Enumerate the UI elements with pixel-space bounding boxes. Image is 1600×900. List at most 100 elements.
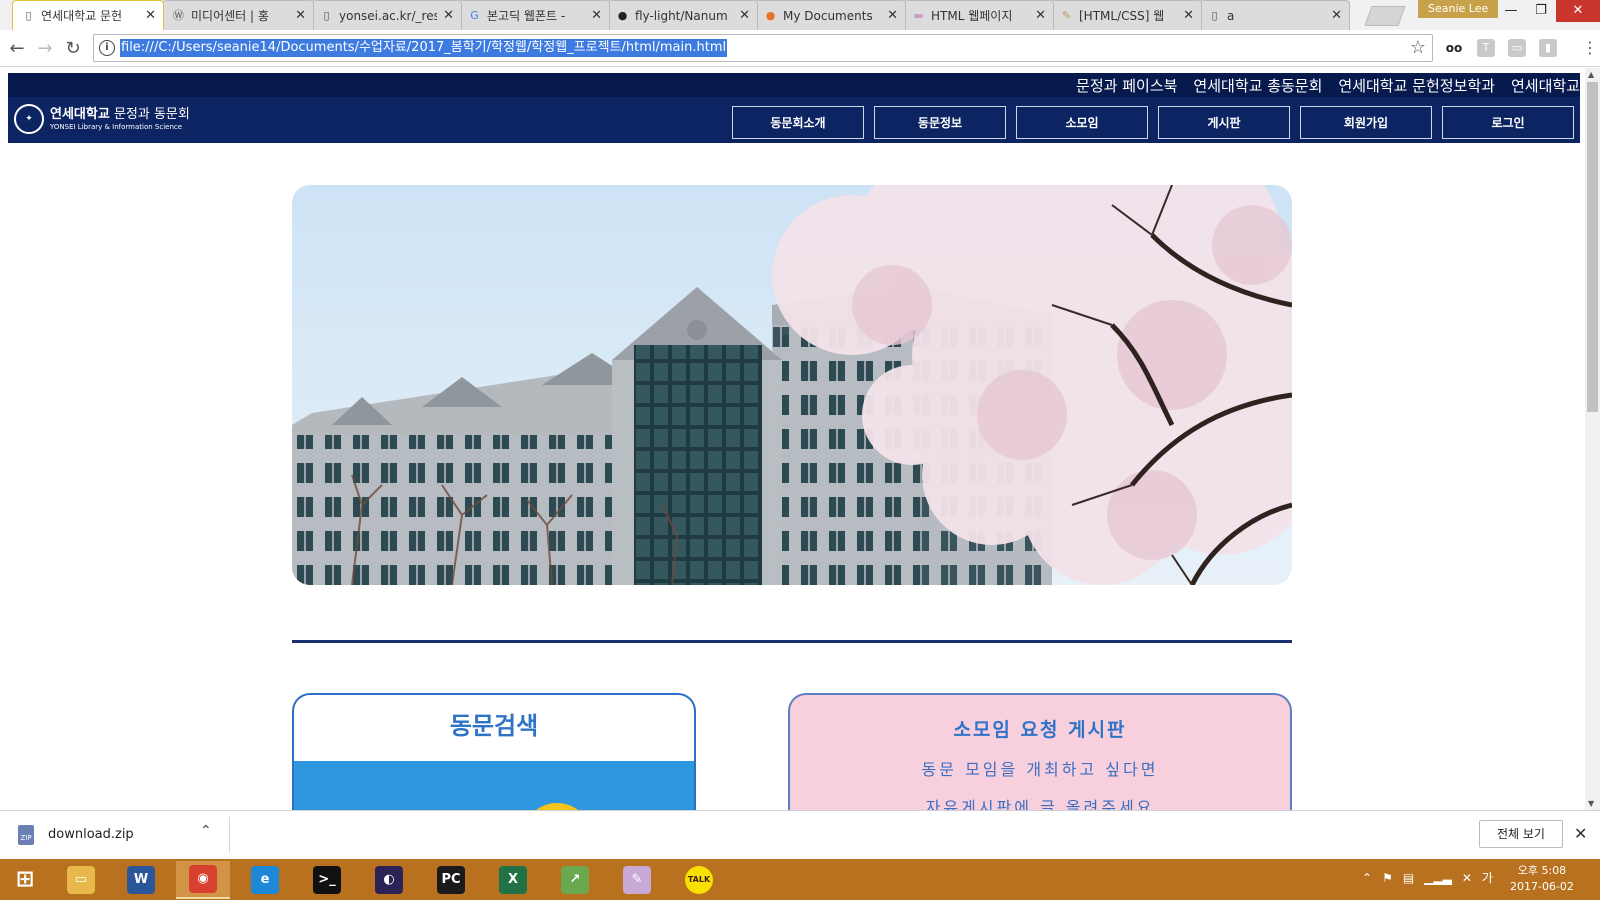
reload-icon[interactable]: ↻	[62, 38, 84, 60]
hero-image	[292, 185, 1292, 585]
tab-close-icon[interactable]: ✕	[1331, 8, 1342, 23]
browser-tab[interactable]: ✎ [HTML/CSS] 웹 ✕	[1050, 0, 1202, 30]
browser-tab[interactable]: Ⓦ 미디어센터 | 홍 ✕	[162, 0, 314, 30]
nav-button[interactable]: 회원가입	[1300, 106, 1432, 139]
back-arrow-icon[interactable]: ←	[6, 38, 28, 60]
tab-close-icon[interactable]: ✕	[887, 8, 898, 23]
browser-toolbar: ← → ↻ i file:///C:/Users/seanie14/Docume…	[0, 30, 1600, 67]
orange-circle-icon: ●	[765, 9, 776, 22]
top-link[interactable]: 문정과 페이스북	[1076, 75, 1177, 96]
bookmark-star-icon[interactable]: ☆	[1410, 37, 1426, 58]
scroll-thumb[interactable]	[1587, 82, 1598, 412]
kakaotalk-icon: TALK	[685, 866, 713, 894]
nav-button[interactable]: 소모임	[1016, 106, 1148, 139]
browser-tab[interactable]: ● My Documents ✕	[754, 0, 906, 30]
taskbar-chart-app-button[interactable]: ↗	[548, 861, 602, 899]
top-link[interactable]: 연세대학교 문헌정보학과	[1338, 75, 1495, 96]
tab-close-icon[interactable]: ✕	[443, 8, 454, 23]
url-text[interactable]: file:///C:/Users/seanie14/Documents/수업자료…	[120, 39, 728, 57]
new-tab-button[interactable]	[1364, 6, 1406, 26]
extension-icon[interactable]: ▮	[1539, 39, 1557, 57]
flag-icon[interactable]: ⚑	[1382, 871, 1393, 885]
minimize-icon[interactable]: —	[1496, 0, 1526, 22]
taskbar-paint-button[interactable]: ✎	[610, 861, 664, 899]
browser-tab[interactable]: G 본고딕 웹폰트 - ✕	[458, 0, 610, 30]
alumni-search-card[interactable]: 동문검색	[292, 693, 696, 810]
club-request-board-title: 소모임 요청 게시판	[953, 719, 1127, 741]
browser-tab[interactable]: ▯ 연세대학교 문헌 ✕	[12, 0, 164, 30]
cast-icon[interactable]: ▭	[1508, 39, 1526, 57]
nav-button[interactable]: 동문회소개	[732, 106, 864, 139]
tab-title: My Documents	[783, 8, 873, 23]
magnifier-icon	[522, 803, 592, 810]
club-request-board-card[interactable]: 소모임 요청 게시판 동문 모임을 개최하고 싶다면 자유게시판에 글 올려주세…	[788, 693, 1292, 810]
chevron-up-icon[interactable]: ⌃	[200, 823, 212, 839]
taskbar-internet-explorer-button[interactable]: e	[238, 861, 292, 899]
clock-time: 오후 5:08	[1517, 864, 1567, 877]
menu-dots-icon[interactable]: ⋮	[1582, 38, 1598, 58]
restore-icon[interactable]: ❐	[1526, 0, 1556, 22]
tab-close-icon[interactable]: ✕	[739, 8, 750, 23]
tab-title: fly-light/Nanum	[635, 8, 728, 23]
window-close-icon[interactable]: ✕	[1556, 0, 1600, 22]
top-link[interactable]: 연세대학교 총동문회	[1193, 75, 1322, 96]
info-icon[interactable]: i	[99, 40, 115, 56]
taskbar-word-button[interactable]: W	[114, 861, 168, 899]
nav-button[interactable]: 동문정보	[874, 106, 1006, 139]
browser-tab[interactable]: ▯ a ✕	[1198, 0, 1350, 30]
download-shelf: ZIP download.zip ⌃ 전체 보기 ✕	[0, 810, 1600, 859]
browser-tab[interactable]: ▯ yonsei.ac.kr/_res ✕	[310, 0, 462, 30]
taskbar-pycharm-button[interactable]: PC	[424, 861, 478, 899]
site-header: 문정과 페이스북 연세대학교 총동문회 연세대학교 문헌정보학과 연세대학교 ✦ 연세…	[8, 73, 1580, 143]
profile-name-button[interactable]: Seanie Lee	[1418, 0, 1499, 18]
glasses-icon[interactable]: oo	[1445, 39, 1463, 57]
vertical-scrollbar[interactable]: ▲ ▼	[1585, 68, 1600, 810]
signal-icon[interactable]: ▁▂▃	[1424, 871, 1452, 885]
browser-tab[interactable]: ▬ HTML 웹페이지 ✕	[902, 0, 1054, 30]
tab-close-icon[interactable]: ✕	[295, 8, 306, 23]
site-logo[interactable]: ✦ 연세대학교 문정과 동문회 YONSEI Library & Informa…	[14, 104, 190, 134]
taskbar-excel-button[interactable]: X	[486, 861, 540, 899]
browser-tab[interactable]: ● fly-light/Nanum ✕	[606, 0, 758, 30]
google-icon: G	[470, 9, 479, 22]
taskbar-eclipse-button[interactable]: ◐	[362, 861, 416, 899]
address-bar[interactable]: i file:///C:/Users/seanie14/Documents/수업…	[93, 34, 1433, 62]
tab-close-icon[interactable]: ✕	[1183, 8, 1194, 23]
tab-close-icon[interactable]: ✕	[145, 8, 156, 23]
scroll-up-arrow-icon[interactable]: ▲	[1588, 70, 1594, 79]
campus-building-photo	[292, 185, 1292, 585]
taskbar-chrome-button[interactable]: ◉	[176, 861, 230, 899]
network-icon[interactable]: ▤	[1403, 871, 1414, 885]
taskbar-file-explorer-button[interactable]: ▭	[54, 861, 108, 899]
university-emblem-icon: ✦	[14, 104, 44, 134]
internet-explorer-icon: e	[251, 866, 279, 894]
nav-button[interactable]: 게시판	[1158, 106, 1290, 139]
scroll-icon: ✎	[1061, 9, 1072, 22]
logo-subtitle: YONSEI Library & Information Science	[50, 122, 183, 131]
taskbar-kakaotalk-button[interactable]: TALK	[672, 861, 726, 899]
page-icon: ▯	[1211, 9, 1218, 22]
ime-indicator[interactable]: 가	[1482, 869, 1493, 886]
top-link[interactable]: 연세대학교	[1511, 75, 1580, 96]
page-icon: ▯	[323, 9, 330, 22]
logo-title-rest: 문정과 동문회	[109, 106, 190, 122]
eclipse-icon: ◐	[375, 866, 403, 894]
close-icon[interactable]: ✕	[1574, 824, 1587, 843]
tab-close-icon[interactable]: ✕	[1035, 8, 1046, 23]
wordpress-icon: Ⓦ	[173, 9, 184, 22]
mute-icon[interactable]: ✕	[1462, 871, 1472, 885]
zip-file-icon: ZIP	[18, 825, 34, 845]
translate-icon[interactable]: T	[1477, 39, 1495, 57]
forward-arrow-icon[interactable]: →	[34, 38, 56, 60]
taskbar-start-button[interactable]: ⊞	[0, 861, 50, 899]
tab-close-icon[interactable]: ✕	[591, 8, 602, 23]
tab-title: a	[1227, 8, 1235, 23]
taskbar-command-prompt-button[interactable]: >_	[300, 861, 354, 899]
scroll-down-arrow-icon[interactable]: ▼	[1588, 799, 1594, 808]
tray-chevron-icon[interactable]: ⌃	[1362, 871, 1372, 885]
show-all-downloads-button[interactable]: 전체 보기	[1479, 820, 1563, 848]
clock[interactable]: 오후 5:08 2017-06-02	[1510, 863, 1574, 895]
download-file-name[interactable]: download.zip	[48, 827, 134, 842]
file-explorer-icon: ▭	[67, 866, 95, 894]
nav-button[interactable]: 로그인	[1442, 106, 1574, 139]
